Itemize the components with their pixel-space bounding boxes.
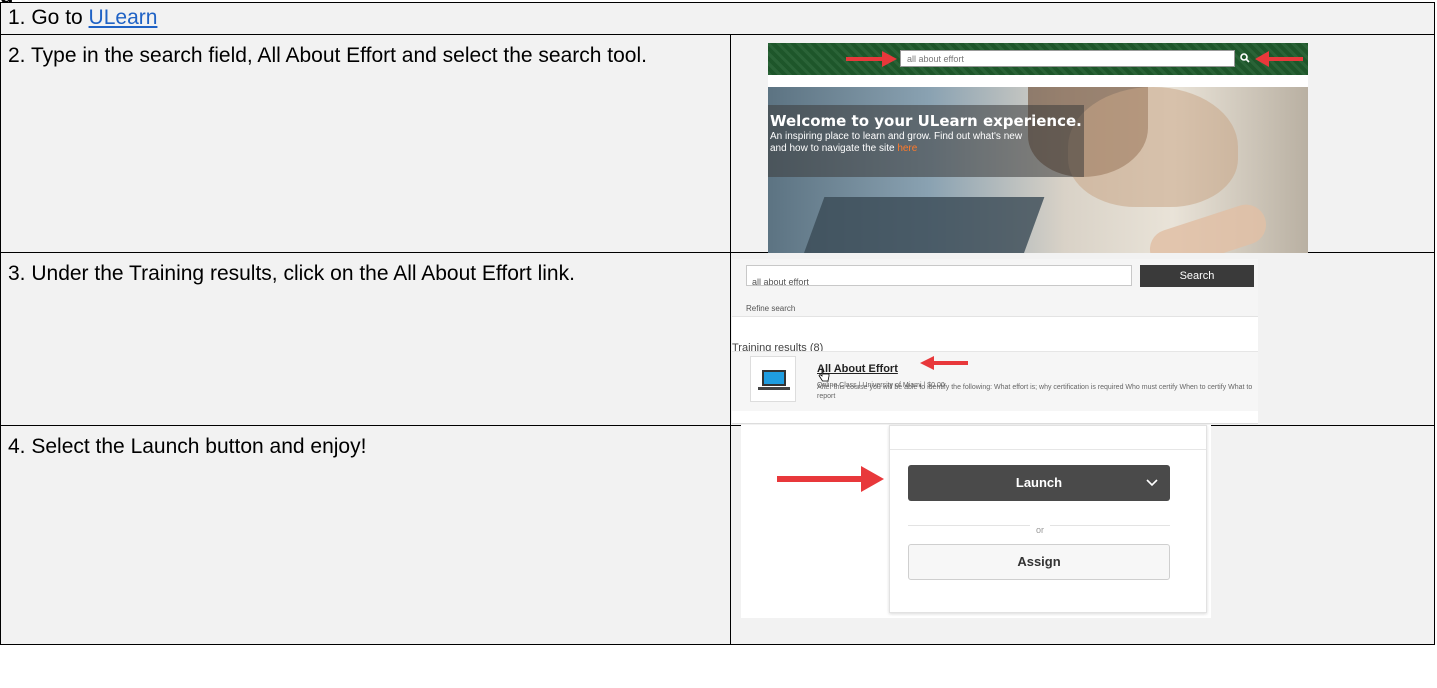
step-2-image-cell: all about effort ● ● ● ● ● Welcome to yo… [730, 34, 1435, 279]
launch-screenshot: Launch or Assign [741, 425, 1211, 618]
assign-button[interactable]: Assign [908, 544, 1170, 580]
refine-search-link[interactable]: Refine search [746, 296, 795, 321]
ulearn-home-screenshot: all about effort ● ● ● ● ● Welcome to yo… [768, 43, 1308, 279]
search-results-screenshot: all about effort Search Refine search Tr… [732, 259, 1258, 424]
result-description: After this course you will be able to id… [817, 384, 1253, 400]
search-button[interactable]: Search [1140, 265, 1254, 287]
step-4-text: 4. Select the Launch button and enjoy! [0, 425, 731, 645]
hand-cursor-icon [818, 368, 830, 382]
launch-card: Launch or Assign [889, 425, 1207, 613]
laptop-base-icon [758, 387, 790, 390]
step-row-2: 2. Type in the search field, All About E… [0, 34, 1435, 279]
result-item[interactable]: All About Effort Online Class | Universi… [732, 351, 1258, 411]
step-3-text: 3. Under the Training results, click on … [0, 252, 731, 426]
laptop-screen-icon [762, 370, 786, 386]
step-2-text: 2. Type in the search field, All About E… [0, 34, 731, 253]
search-bar-area: all about effort Search Refine search [732, 259, 1258, 317]
welcome-panel: Welcome to your ULearn experience. An in… [768, 105, 1084, 177]
chevron-down-icon[interactable] [1146, 465, 1158, 501]
step-row-4: 4. Select the Launch button and enjoy! L… [0, 425, 1435, 645]
launch-button-label: Launch [1015, 475, 1063, 490]
results-search-input[interactable]: all about effort [746, 265, 1132, 287]
search-input[interactable]: all about effort [900, 50, 1235, 67]
arrow-right-icon [777, 466, 884, 492]
step-1-cell: 1. Go to ULearn [0, 2, 1435, 35]
or-label: or [1030, 518, 1051, 543]
search-icon[interactable] [1240, 53, 1250, 63]
arrow-left-icon [920, 356, 968, 370]
hero-person [1068, 87, 1238, 207]
ulearn-link[interactable]: ULearn [89, 6, 158, 29]
instructions-table: 1. Go to ULearn 2. Type in the search fi… [0, 2, 1435, 645]
arrow-right-icon [846, 51, 897, 67]
launch-button[interactable]: Launch [908, 465, 1170, 501]
step-row-3: 3. Under the Training results, click on … [0, 252, 1435, 426]
welcome-line-2: and how to navigate the site here [770, 143, 1084, 155]
hero-image: Welcome to your ULearn experience. An in… [768, 87, 1308, 279]
welcome-title: Welcome to your ULearn experience. [770, 112, 1082, 130]
step-1-text: 1. Go to [8, 6, 89, 29]
step-row-1: 1. Go to ULearn [0, 2, 1435, 35]
here-link[interactable]: here [897, 143, 917, 154]
launch-card-header [890, 426, 1206, 450]
arrow-left-icon [1255, 51, 1303, 67]
online-class-icon [750, 356, 796, 402]
welcome-line-2-text: and how to navigate the site [770, 143, 898, 154]
welcome-line-1: An inspiring place to learn and grow. Fi… [770, 131, 1023, 142]
step-3-image-cell: all about effort Search Refine search Tr… [730, 252, 1435, 426]
step-4-image-cell: Launch or Assign [730, 425, 1435, 645]
